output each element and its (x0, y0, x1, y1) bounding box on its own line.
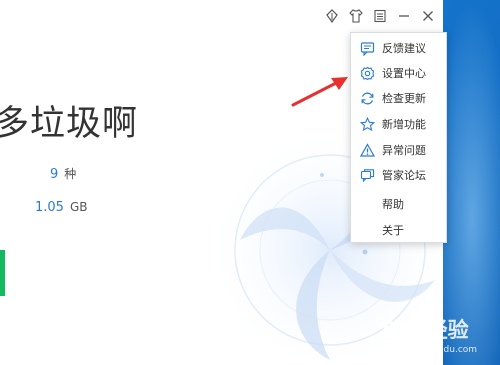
menu-item-label: 新增功能 (382, 118, 426, 131)
settings-dropdown-menu: 反馈建议 设置中心 检查更新 新增功能 异常问题 管家论坛 帮助 关于 (350, 32, 447, 243)
tshirt-icon[interactable] (347, 7, 365, 25)
stat-size: 1.05 GB (35, 200, 87, 215)
menu-item-issues[interactable]: 异常问题 (351, 137, 446, 163)
stat-unit: GB (69, 200, 88, 214)
stat-unit: 种 (64, 167, 77, 181)
menu-item-label: 帮助 (382, 198, 404, 211)
clean-button-edge[interactable] (0, 250, 5, 296)
stat-value: 1.05 (35, 200, 64, 215)
feedback-icon (359, 40, 375, 56)
menu-item-label: 关于 (382, 224, 404, 237)
menu-item-forum[interactable]: 管家论坛 (351, 162, 446, 188)
baidu-jingyan-watermark: Bai 经验 jingyan.baidu.com (380, 312, 500, 364)
titlebar-controls (323, 6, 437, 26)
menu-item-label: 异常问题 (382, 144, 426, 157)
minimize-icon[interactable] (395, 7, 413, 25)
menu-item-help[interactable]: 帮助 (351, 191, 446, 217)
menu-item-new-features[interactable]: 新增功能 (351, 111, 446, 137)
watermark-logo: Bai 经验 (382, 318, 469, 342)
menu-item-settings[interactable]: 设置中心 (351, 60, 446, 86)
menu-item-label: 检查更新 (382, 92, 426, 105)
red-arrow-annotation (291, 77, 348, 107)
menu-item-about[interactable]: 关于 (351, 217, 446, 243)
watermark-url: jingyan.baidu.com (394, 345, 478, 355)
menu-item-label: 设置中心 (382, 67, 426, 80)
star-icon (359, 116, 375, 132)
menu-item-label: 反馈建议 (382, 42, 426, 55)
menu-item-check-update[interactable]: 检查更新 (351, 85, 446, 111)
junk-headline: 多垃圾啊 (0, 104, 139, 144)
stat-item-count: 9种 (50, 165, 76, 182)
close-icon[interactable] (419, 7, 437, 25)
menu-item-label: 管家论坛 (382, 169, 426, 182)
settings-gear-icon (359, 65, 375, 81)
forum-icon (359, 167, 375, 183)
refresh-icon (359, 90, 375, 106)
menu-icon[interactable] (371, 7, 389, 25)
stat-value: 9 (50, 167, 59, 182)
menu-item-feedback[interactable]: 反馈建议 (351, 35, 446, 61)
skin-leaf-icon[interactable] (323, 7, 341, 25)
warning-icon (359, 142, 375, 158)
